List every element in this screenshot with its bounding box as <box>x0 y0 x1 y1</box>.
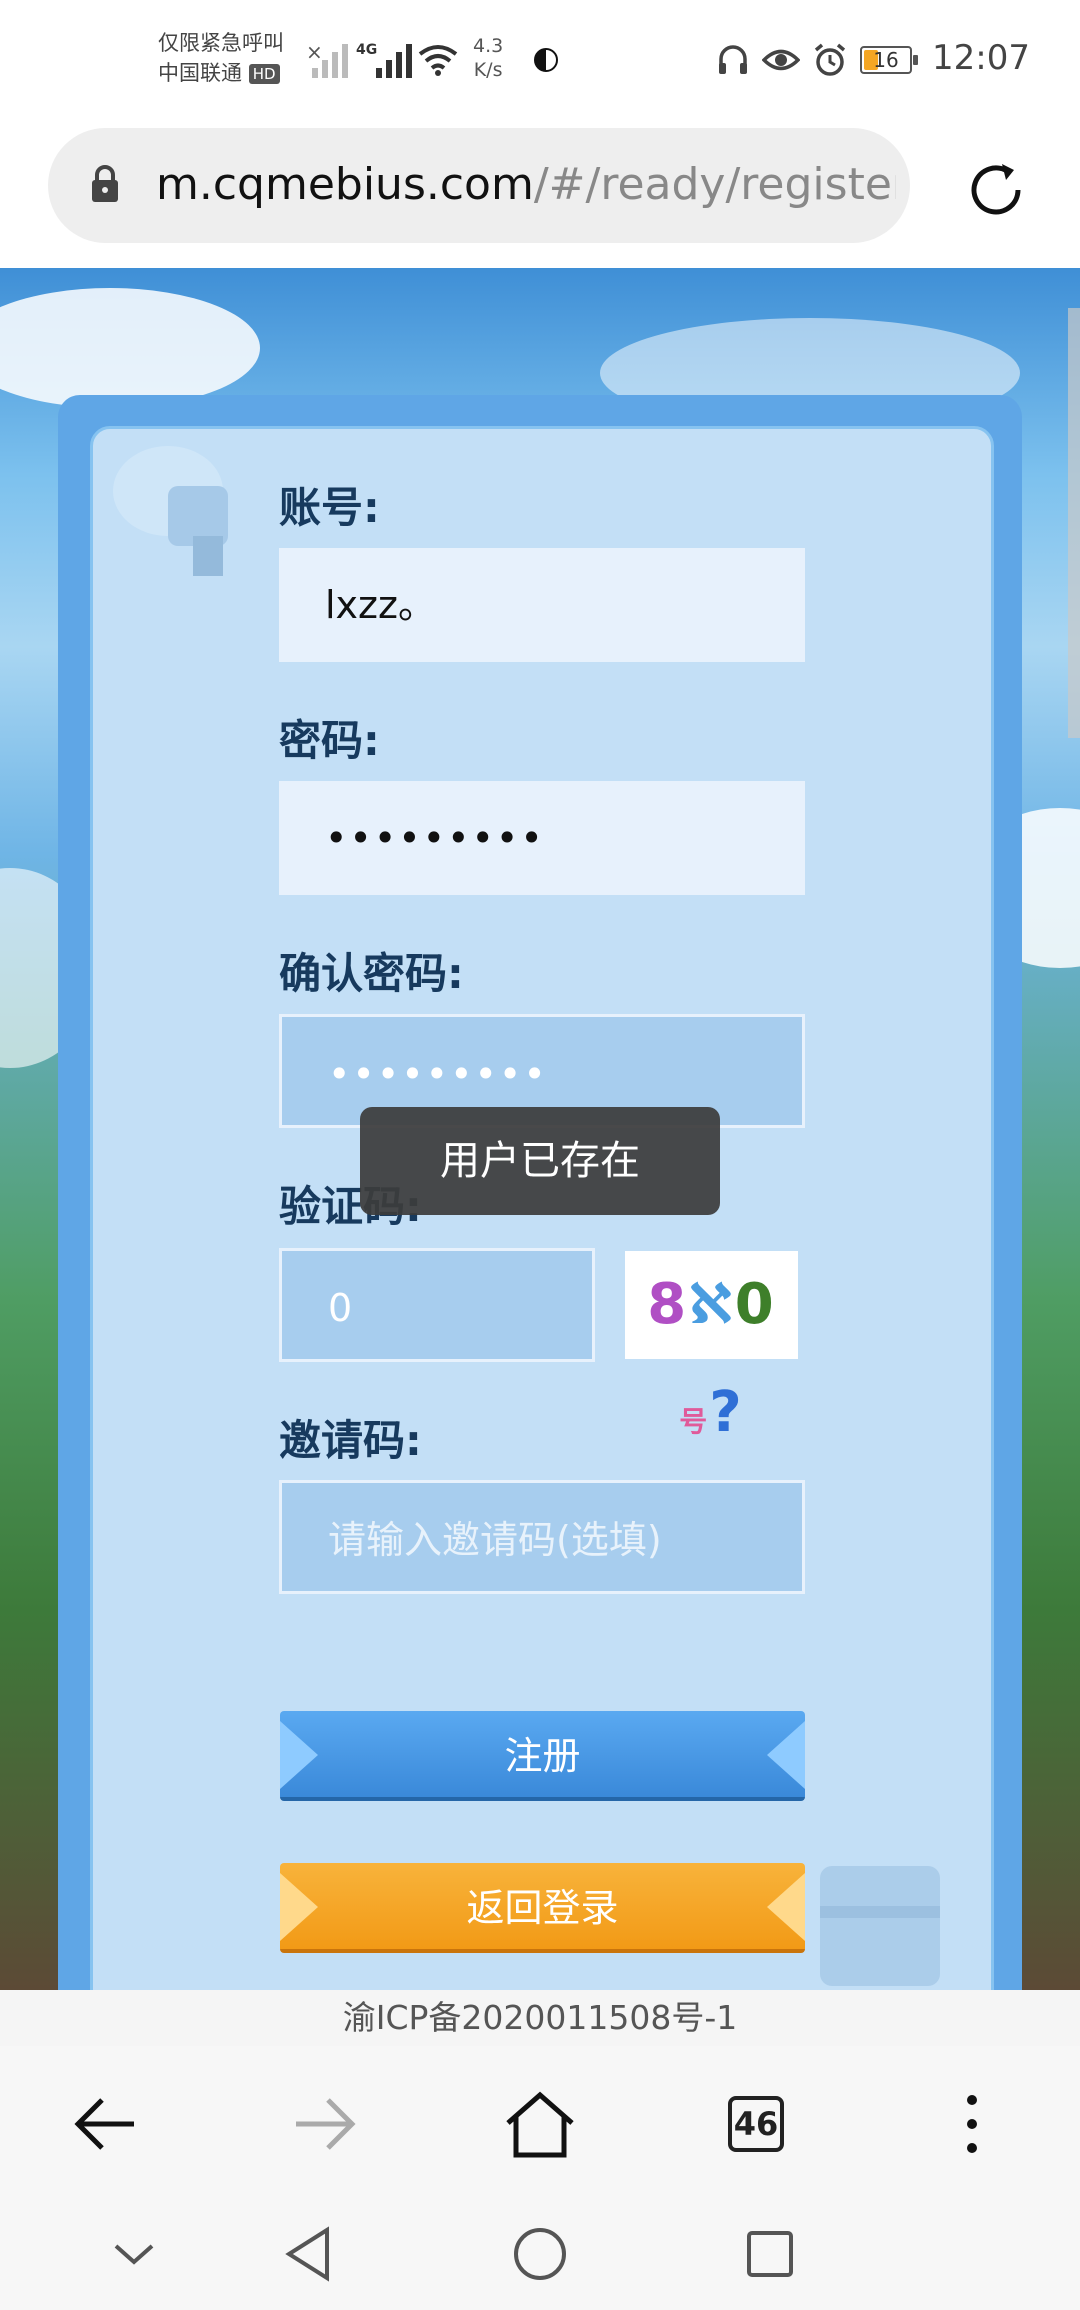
hd-badge: HD <box>248 64 280 84</box>
carrier-line1: 仅限紧急呼叫 <box>158 31 284 55</box>
reload-icon[interactable] <box>958 152 1034 228</box>
confirm-password-label: 确认密码: <box>279 949 464 998</box>
speed-value: 4.3 <box>473 35 504 57</box>
network-type: 4G <box>356 42 378 58</box>
icp-footer: 渝ICP备2020011508号-1 <box>0 1990 1080 2046</box>
captcha-char: ℵ <box>688 1272 735 1337</box>
password-label: 密码: <box>279 716 380 765</box>
carrier-info: 仅限紧急呼叫 中国联通 HD <box>158 28 284 88</box>
status-icons <box>716 42 848 78</box>
back-button[interactable] <box>66 2084 146 2164</box>
app-notification-icon <box>534 48 558 72</box>
tab-count: 46 <box>728 2096 784 2152</box>
forward-button[interactable] <box>284 2084 364 2164</box>
scrollbar[interactable] <box>1068 308 1080 738</box>
chevron-right-decoration-icon <box>280 1873 318 1941</box>
account-label: 账号: <box>279 483 380 532</box>
signal-sim2-icon <box>376 42 412 78</box>
triangle-back-icon <box>285 2226 329 2282</box>
signal-sim1-icon <box>312 42 348 78</box>
tabs-button[interactable]: 46 <box>716 2084 796 2164</box>
chevron-right-decoration-icon <box>280 1721 318 1789</box>
menu-button[interactable] <box>932 2084 1012 2164</box>
chest-decoration-icon <box>820 1866 940 1986</box>
speed-unit: K/s <box>473 59 503 81</box>
system-home-button[interactable] <box>510 2224 570 2284</box>
circle-home-icon <box>514 2228 566 2280</box>
chevron-left-decoration-icon <box>767 1721 805 1789</box>
browser-toolbar: 46 <box>0 2046 1080 2196</box>
url-host: m.cqmebius.com <box>156 159 534 210</box>
toast-message: 用户已存在 <box>360 1107 720 1215</box>
system-navigation-bar <box>0 2196 1080 2310</box>
background-cloud <box>0 288 260 408</box>
wifi-icon <box>418 45 458 76</box>
captcha-input[interactable]: 0 <box>279 1248 595 1362</box>
back-to-login-button[interactable]: 返回登录 <box>280 1863 805 1953</box>
carrier-line2: 中国联通 <box>158 61 242 85</box>
account-input[interactable]: lxzz。 <box>279 548 805 662</box>
battery-level: 16 <box>873 48 899 72</box>
back-to-login-label: 返回登录 <box>466 1886 619 1930</box>
register-button-label: 注册 <box>504 1734 581 1778</box>
invite-code-label: 邀请码: <box>279 1416 422 1465</box>
url-text[interactable]: m.cqmebius.com/#/ready/register <box>156 158 896 212</box>
captcha-char: 号 <box>679 1405 710 1438</box>
captcha-char: 8 <box>647 1272 689 1337</box>
captcha-image[interactable]: 8ℵ0 号? <box>625 1251 798 1445</box>
status-bar: 仅限紧急呼叫 中国联通 HD × 4G 4.3 K/s 16 12:07 <box>0 0 1080 125</box>
lock-icon <box>92 165 118 202</box>
invite-code-input[interactable]: 请输入邀请码(选填) <box>279 1480 805 1594</box>
battery-icon: 16 <box>860 46 918 74</box>
captcha-char: ? <box>709 1380 744 1445</box>
alarm-icon <box>814 43 846 76</box>
headphones-icon <box>719 45 747 74</box>
network-speed: 4.3 K/s <box>473 34 503 82</box>
home-button[interactable] <box>500 2084 580 2164</box>
password-input[interactable]: ••••••••• <box>279 781 805 895</box>
address-bar[interactable]: m.cqmebius.com/#/ready/register <box>48 128 910 243</box>
system-back-button[interactable] <box>278 2224 338 2284</box>
more-vertical-icon <box>967 2095 977 2153</box>
arrow-left-icon <box>74 2098 134 2150</box>
system-recents-button[interactable] <box>740 2224 800 2284</box>
home-icon <box>506 2091 574 2158</box>
register-button[interactable]: 注册 <box>280 1711 805 1801</box>
chevron-down-icon <box>114 2244 154 2265</box>
arrow-right-icon <box>296 2098 356 2150</box>
chevron-left-decoration-icon <box>767 1873 805 1941</box>
captcha-char: 0 <box>734 1272 776 1337</box>
drone-decoration-icon <box>113 446 228 576</box>
eye-comfort-icon <box>762 49 800 71</box>
hide-keyboard-button[interactable] <box>104 2224 164 2284</box>
square-recents-icon <box>747 2231 793 2277</box>
url-path: /#/ready/register <box>533 159 896 210</box>
clock: 12:07 <box>932 38 1030 78</box>
